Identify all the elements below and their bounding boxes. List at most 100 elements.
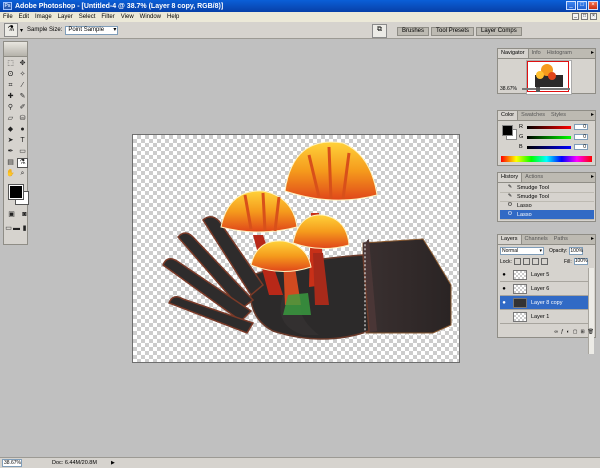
document-canvas[interactable] xyxy=(132,134,460,363)
add-style-icon[interactable]: ƒ xyxy=(561,329,564,336)
brush-icon[interactable]: ✎ xyxy=(17,92,28,102)
file-browser-icon[interactable]: ⧉ xyxy=(372,24,387,38)
blue-slider[interactable] xyxy=(527,145,571,149)
magic-wand-icon[interactable]: ✧ xyxy=(17,70,28,80)
tab-layers[interactable]: Layers xyxy=(498,235,522,244)
lock-transparency-checkbox[interactable] xyxy=(513,258,521,265)
eyedropper-icon[interactable]: ⚗ xyxy=(17,158,28,168)
move-icon[interactable]: ✥ xyxy=(17,59,28,69)
layer-row[interactable]: ● Layer 6 xyxy=(500,282,590,296)
panel-menu-icon[interactable]: ▸ xyxy=(591,235,594,243)
menu-filter[interactable]: Filter xyxy=(98,14,117,20)
eyedropper-icon[interactable]: ⚗ xyxy=(4,23,18,37)
blend-mode-select[interactable]: Normal xyxy=(500,247,544,255)
close-button[interactable]: × xyxy=(588,1,598,10)
panel-menu-icon[interactable]: ▸ xyxy=(591,111,594,119)
screen-mode-full-icon[interactable]: ▮ xyxy=(21,224,28,234)
color-spectrum-bar[interactable] xyxy=(501,156,592,162)
green-value-field[interactable]: 0 xyxy=(574,134,588,140)
link-layers-icon[interactable]: ∞ xyxy=(554,329,558,336)
navigator-zoom-slider[interactable] xyxy=(522,88,570,90)
tool-preset-arrow-icon[interactable]: ▾ xyxy=(20,27,23,34)
blur-icon[interactable]: ◆ xyxy=(5,125,16,135)
adjustment-layer-icon[interactable]: ◐ xyxy=(567,329,570,336)
menu-select[interactable]: Select xyxy=(76,14,99,20)
tab-info[interactable]: Info xyxy=(529,49,544,58)
lock-position-checkbox[interactable] xyxy=(531,258,539,265)
tab-styles[interactable]: Styles xyxy=(548,111,569,120)
opacity-field[interactable]: 100% xyxy=(569,247,584,255)
zoom-icon[interactable]: ⌕ xyxy=(17,169,28,179)
eraser-icon[interactable]: ▱ xyxy=(5,114,16,124)
blue-value-field[interactable]: 0 xyxy=(574,144,588,150)
screen-mode-full-menu-icon[interactable]: ▬ xyxy=(13,224,20,234)
layers-scrollbar[interactable] xyxy=(588,268,594,354)
doc-minimize-button[interactable]: _ xyxy=(572,13,579,20)
panel-menu-icon[interactable]: ▸ xyxy=(591,49,594,57)
status-menu-arrow-icon[interactable]: ▶ xyxy=(111,460,115,466)
menu-image[interactable]: Image xyxy=(32,14,55,20)
layer-row[interactable]: Layer 1 xyxy=(500,310,590,324)
delete-layer-icon[interactable]: 🗑 xyxy=(588,329,594,336)
panel-menu-icon[interactable]: ▸ xyxy=(591,173,594,181)
clone-stamp-icon[interactable]: ⚲ xyxy=(5,103,16,113)
red-slider[interactable] xyxy=(527,125,571,129)
menu-layer[interactable]: Layer xyxy=(55,14,76,20)
tab-brushes[interactable]: Brushes xyxy=(397,26,430,36)
eye-icon[interactable]: ● xyxy=(500,286,508,292)
tab-color[interactable]: Color xyxy=(498,111,519,120)
toolbox-header[interactable] xyxy=(4,42,27,57)
eye-icon[interactable]: ● xyxy=(500,300,508,306)
new-group-icon[interactable]: ▢ xyxy=(573,329,578,336)
menu-edit[interactable]: Edit xyxy=(16,14,32,20)
new-layer-icon[interactable]: ⊞ xyxy=(580,329,584,336)
bucket-icon[interactable]: ⛁ xyxy=(17,114,28,124)
sample-size-select[interactable]: Point Sample xyxy=(65,25,119,35)
lasso-icon[interactable]: ʘ xyxy=(5,70,16,80)
menu-help[interactable]: Help xyxy=(164,14,182,20)
dodge-icon[interactable]: ● xyxy=(17,125,28,135)
tab-channels[interactable]: Channels xyxy=(522,235,551,244)
standard-mode-icon[interactable]: ▣ xyxy=(6,210,17,220)
path-select-icon[interactable]: ➤ xyxy=(5,136,16,146)
foreground-color-swatch[interactable] xyxy=(8,184,24,200)
slice-icon[interactable]: ⁄ xyxy=(17,81,28,91)
quick-mask-icon[interactable]: ◙ xyxy=(19,210,30,220)
menu-view[interactable]: View xyxy=(118,14,137,20)
healing-brush-icon[interactable]: ✚ xyxy=(5,92,16,102)
tab-tool-presets[interactable]: Tool Presets xyxy=(431,26,475,36)
tab-swatches[interactable]: Swatches xyxy=(518,111,548,120)
tab-paths[interactable]: Paths xyxy=(551,235,571,244)
minimize-button[interactable]: _ xyxy=(566,1,576,10)
history-item-selected[interactable]: ʘ Lasso xyxy=(500,210,594,220)
zoom-level-field[interactable]: 38.67% xyxy=(2,459,22,467)
screen-mode-standard-icon[interactable]: ▭ xyxy=(5,224,12,234)
crop-icon[interactable]: ⌗ xyxy=(5,81,16,91)
doc-close-button[interactable]: × xyxy=(590,13,597,20)
tab-history[interactable]: History xyxy=(498,173,523,182)
tab-layer-comps[interactable]: Layer Comps xyxy=(476,26,522,36)
navigator-zoom-knob[interactable] xyxy=(536,87,540,92)
menu-file[interactable]: File xyxy=(0,14,16,20)
layer-row-selected[interactable]: ● Layer 8 copy xyxy=(500,296,590,310)
history-brush-icon[interactable]: ✐ xyxy=(17,103,28,113)
marquee-icon[interactable]: ⬚ xyxy=(5,59,16,69)
notes-icon[interactable]: ▤ xyxy=(5,158,16,168)
hand-icon[interactable]: ✋ xyxy=(5,169,16,179)
fill-field[interactable]: 100% xyxy=(573,258,588,265)
layer-row[interactable]: ● Layer 5 xyxy=(500,268,590,282)
tab-navigator[interactable]: Navigator xyxy=(498,49,529,58)
menu-window[interactable]: Window xyxy=(137,14,164,20)
type-icon[interactable]: T xyxy=(17,136,28,146)
green-slider[interactable] xyxy=(527,135,571,139)
maximize-button[interactable]: □ xyxy=(577,1,587,10)
color-foreground-swatch[interactable] xyxy=(502,125,513,136)
tab-histogram[interactable]: Histogram xyxy=(544,49,575,58)
red-value-field[interactable]: 0 xyxy=(574,124,588,130)
pen-icon[interactable]: ✒ xyxy=(5,147,16,157)
tab-actions[interactable]: Actions xyxy=(522,173,546,182)
doc-restore-button[interactable]: □ xyxy=(581,13,588,20)
eye-icon[interactable]: ● xyxy=(500,272,508,278)
shape-icon[interactable]: ▭ xyxy=(17,147,28,157)
lock-all-checkbox[interactable] xyxy=(540,258,548,265)
